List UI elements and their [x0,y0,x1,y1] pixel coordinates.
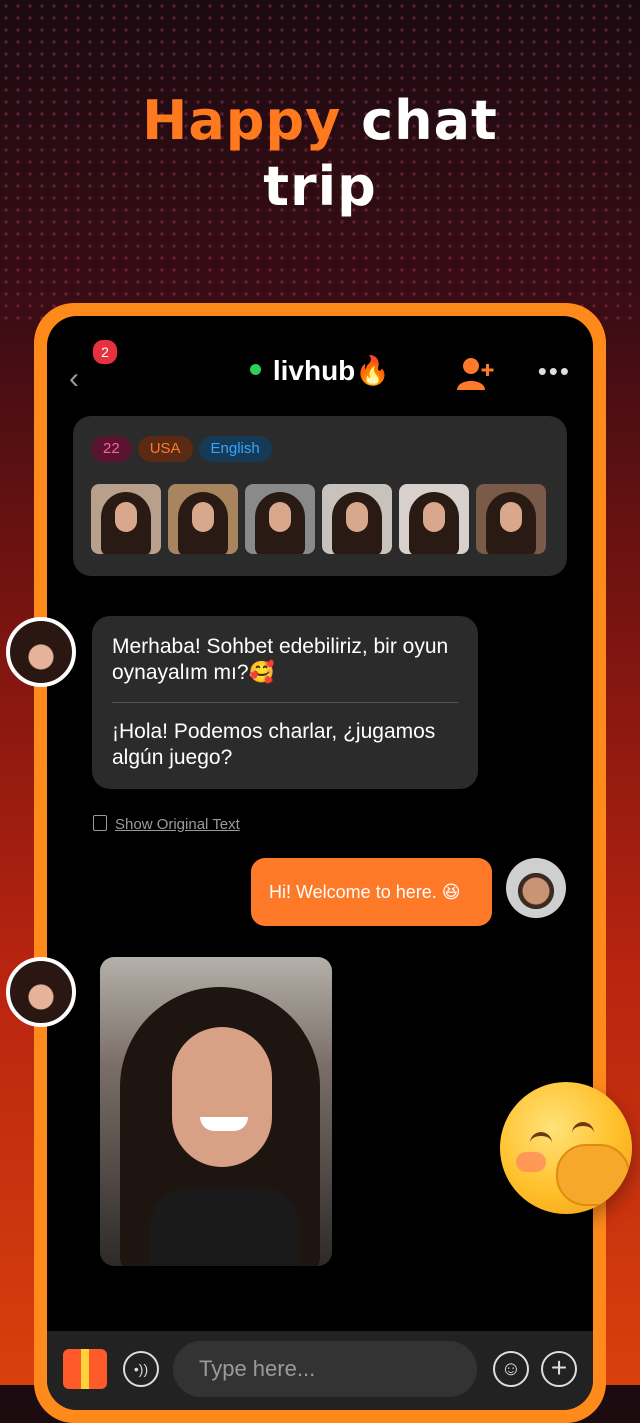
age-tag: 22 [91,436,132,462]
message-input[interactable] [173,1341,477,1397]
incoming-message-bubble[interactable]: Merhaba! Sohbet edebiliriz, bir oyun oyn… [92,616,478,789]
contact-avatar[interactable] [6,617,76,687]
profile-card: 22 USA English [73,416,567,576]
headline-accent: Happy [142,89,342,152]
profile-photo[interactable] [322,484,392,554]
profile-tags: 22 USA English [91,436,272,462]
fire-emoji-icon: 🔥 [355,355,391,386]
profile-photo[interactable] [399,484,469,554]
online-status-icon [249,364,261,376]
message-translated-text: ¡Hola! Podemos charlar, ¿jugamos algún j… [112,720,436,769]
message-composer: •)) ☺ + [47,1331,593,1410]
blushing-emoji-icon [500,1082,632,1214]
document-icon [93,815,107,832]
country-tag: USA [137,436,193,462]
my-avatar[interactable] [506,858,566,918]
profile-photo[interactable] [245,484,315,554]
contact-avatar[interactable] [6,957,76,1027]
add-attachment-icon[interactable]: + [541,1351,577,1387]
chat-title: livhub🔥 [47,354,593,387]
emoji-picker-icon[interactable]: ☺ [493,1351,529,1387]
gift-icon[interactable] [63,1349,107,1389]
headline-line2: trip [263,155,377,218]
profile-photo[interactable] [91,484,161,554]
profile-photo[interactable] [476,484,546,554]
chat-username: livhub [272,355,356,386]
add-friend-icon[interactable] [455,354,495,394]
show-original-link[interactable]: Show Original Text [93,815,240,833]
message-original-text: Merhaba! Sohbet edebiliriz, bir oyun oyn… [112,635,449,684]
voice-message-icon[interactable]: •)) [123,1351,159,1387]
show-original-label: Show Original Text [115,816,240,833]
outgoing-message-bubble[interactable]: Hi! Welcome to here. 😆 [251,858,492,926]
language-tag: English [198,436,272,462]
photo-message[interactable] [100,957,332,1266]
more-options-icon[interactable]: ••• [538,356,571,387]
promo-headline: Happy chat trip [0,88,640,220]
chat-screen: ‹ 2 livhub🔥 ••• 22 USA English Merhaba! … [47,316,593,1410]
translation-divider [112,702,458,703]
profile-photo-strip [91,484,546,554]
headline-word-chat: chat [361,89,498,152]
chat-header: ‹ 2 livhub🔥 ••• [47,316,593,426]
profile-photo[interactable] [168,484,238,554]
